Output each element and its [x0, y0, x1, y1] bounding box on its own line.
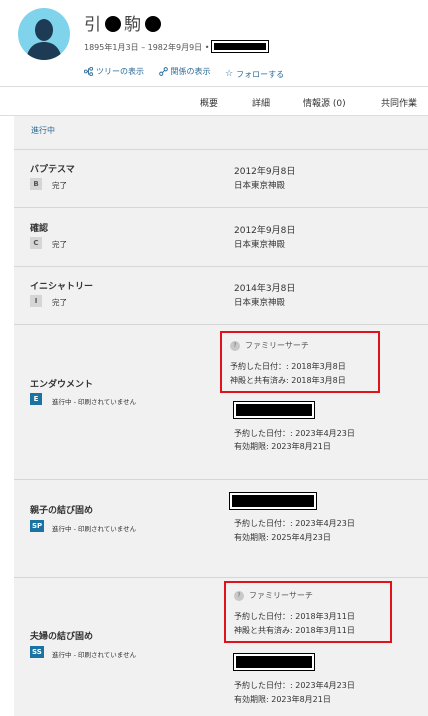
fs-reserved-date: 予約した日付：: 2018年3月8日	[230, 362, 346, 371]
familysearch-highlight-box: ? ファミリーサーチ 予約した日付：: 2018年3月8日 神殿と共有済み: 2…	[220, 331, 380, 393]
person-name: 引駒	[84, 10, 164, 35]
ordinance-status: 進行中 - 印刷されていません	[52, 398, 137, 406]
ordinance-date: 2014年3月8日	[234, 284, 296, 294]
ordinance-row-baptism[interactable]: バプテスマ B 完了 2012年9月8日 日本東京神殿	[14, 150, 428, 208]
redaction-circle	[104, 15, 122, 33]
fs-reserved-date: 予約した日付：: 2018年3月11日	[234, 612, 355, 621]
reserved-date: 予約した日付：: 2023年4月23日	[234, 519, 355, 528]
ordinance-temple: 日本東京神殿	[234, 240, 286, 250]
ordinance-temple: 日本東京神殿	[234, 181, 286, 191]
ordinance-badge: E	[30, 393, 42, 405]
ordinance-name: エンダウメント	[30, 380, 94, 390]
fs-shared-date: 神殿と共有済み: 2018年3月11日	[234, 626, 355, 635]
name-first-char: 引	[84, 15, 102, 35]
ordinance-status: 進行中 - 印刷されていません	[52, 525, 137, 533]
ordinance-date: 2012年9月8日	[234, 226, 296, 236]
familysearch-label: ? ファミリーサーチ	[234, 590, 313, 601]
person-header: 引駒 1895年1月3日 – 1982年9月9日 • ツリーの表示 関係の表示 …	[0, 0, 428, 86]
ordinance-row-confirmation[interactable]: 確認 C 完了 2012年9月8日 日本東京神殿	[14, 208, 428, 267]
tab-collaborate[interactable]: 共同作業	[381, 96, 417, 109]
redaction-bar	[229, 492, 317, 510]
tree-icon	[84, 67, 93, 76]
familysearch-label: ? ファミリーサーチ	[230, 340, 309, 351]
redaction-bar	[233, 653, 315, 671]
familysearch-icon: ?	[230, 340, 240, 351]
reserved-date: 予約した日付：: 2023年4月23日	[234, 429, 355, 438]
ordinance-temple: 日本東京神殿	[234, 298, 286, 308]
ordinance-row-initiatory[interactable]: イニシャトリー I 完了 2014年3月8日 日本東京神殿	[14, 267, 428, 325]
redaction-bar	[211, 40, 270, 53]
follow-label: フォローする	[236, 69, 285, 79]
familysearch-highlight-box: ? ファミリーサーチ 予約した日付：: 2018年3月11日 神殿と共有済み: …	[224, 581, 392, 643]
lifespan-text: 1895年1月3日 – 1982年9月9日 •	[84, 43, 210, 52]
familysearch-label-text: ファミリーサーチ	[245, 341, 309, 350]
familysearch-icon: ?	[234, 590, 244, 601]
redaction-bar	[233, 401, 315, 419]
in-progress-heading: 進行中	[31, 126, 55, 135]
status-header-row: 進行中	[14, 116, 428, 150]
ordinance-badge: I	[30, 295, 42, 307]
view-relationship-label: 関係の表示	[170, 67, 211, 76]
ordinance-name: イニシャトリー	[30, 282, 94, 292]
follow-link[interactable]: ☆ フォローする	[225, 69, 284, 80]
ordinances-panel: 進行中 バプテスマ B 完了 2012年9月8日 日本東京神殿 確認 C 完了 …	[14, 116, 428, 716]
header-links: ツリーの表示 関係の表示 ☆ フォローする	[84, 66, 296, 80]
redaction-circle	[144, 15, 162, 33]
ordinance-name: バプテスマ	[30, 165, 75, 175]
ordinance-row-endowment[interactable]: ? ファミリーサーチ 予約した日付：: 2018年3月8日 神殿と共有済み: 2…	[14, 325, 428, 480]
fs-shared-date: 神殿と共有済み: 2018年3月8日	[230, 376, 346, 385]
ordinance-name: 夫婦の結び固め	[30, 632, 94, 642]
ordinance-status: 進行中 - 印刷されていません	[52, 651, 137, 659]
view-relationship-link[interactable]: 関係の表示	[158, 66, 211, 77]
ordinance-row-sealing-spouse[interactable]: ? ファミリーサーチ 予約した日付：: 2018年3月11日 神殿と共有済み: …	[14, 578, 428, 716]
ordinance-badge: B	[30, 178, 42, 190]
expiration-date: 有効期限: 2025年4月23日	[234, 533, 331, 542]
lifespan: 1895年1月3日 – 1982年9月9日 •	[84, 40, 270, 53]
person-silhouette-icon	[26, 19, 62, 60]
avatar[interactable]	[18, 8, 70, 60]
view-tree-link[interactable]: ツリーの表示	[84, 66, 144, 77]
ordinance-badge: SS	[30, 646, 44, 658]
reserved-date: 予約した日付：: 2023年4月23日	[234, 681, 355, 690]
tab-sources[interactable]: 情報源 (0)	[303, 96, 346, 109]
tab-bar: 概要 詳細 情報源 (0) 共同作業	[0, 86, 428, 116]
view-tree-label: ツリーの表示	[96, 67, 144, 76]
star-icon: ☆	[225, 69, 234, 79]
ordinance-row-sealing-parents[interactable]: 親子の結び固め SP 進行中 - 印刷されていません 予約した日付：: 2023…	[14, 480, 428, 578]
tab-details[interactable]: 詳細	[252, 96, 270, 109]
ordinance-status: 完了	[52, 240, 67, 249]
ordinance-name: 親子の結び固め	[30, 506, 94, 516]
ordinance-status: 完了	[52, 298, 67, 307]
ordinance-status: 完了	[52, 181, 67, 190]
familysearch-label-text: ファミリーサーチ	[249, 591, 313, 600]
tab-summary[interactable]: 概要	[200, 96, 218, 109]
relationship-icon	[158, 67, 168, 76]
expiration-date: 有効期限: 2023年8月21日	[234, 695, 331, 704]
ordinance-name: 確認	[30, 224, 49, 234]
ordinance-date: 2012年9月8日	[234, 167, 296, 177]
ordinance-badge: C	[30, 237, 42, 249]
name-second-char: 駒	[124, 15, 142, 35]
expiration-date: 有効期限: 2023年8月21日	[234, 442, 331, 451]
ordinance-badge: SP	[30, 520, 45, 532]
